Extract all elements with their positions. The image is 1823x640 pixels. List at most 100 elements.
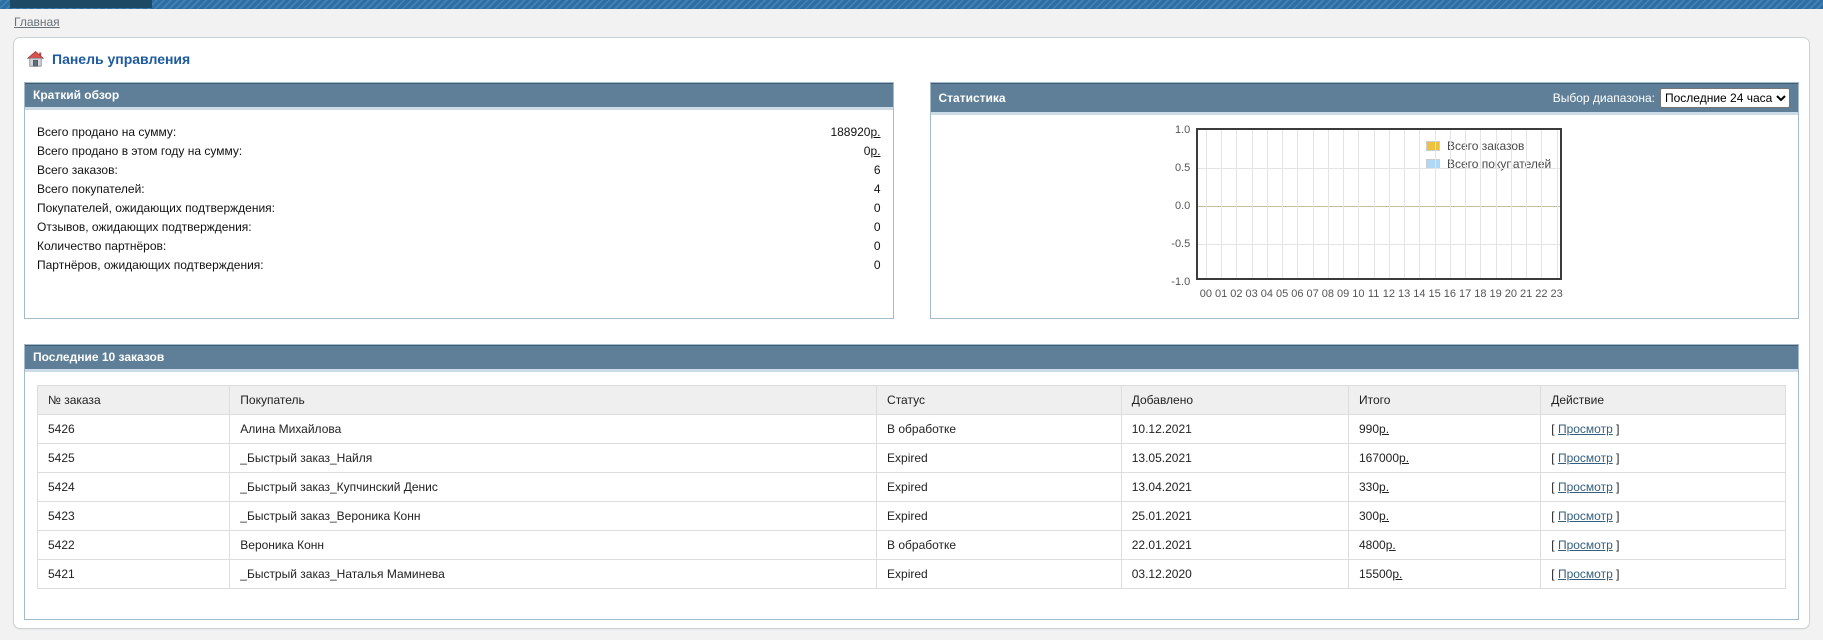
order-status: В обработке (876, 414, 1122, 444)
view-order-link[interactable]: Просмотр (1558, 451, 1613, 465)
order-action: [ Просмотр ] (1540, 559, 1786, 589)
home-icon (27, 51, 44, 67)
overview-label: Всего продано в этом году на сумму: (37, 144, 243, 158)
order-customer: Алина Михайлова (229, 414, 878, 444)
overview-panel: Краткий обзор Всего продано на сумму: 18… (24, 82, 894, 319)
x-gridline (1312, 130, 1314, 278)
order-status: В обработке (876, 530, 1122, 560)
overview-row: Всего заказов: 6 (37, 161, 881, 180)
x-gridline (1449, 130, 1451, 278)
x-gridline (1541, 130, 1543, 278)
x-gridline (1434, 130, 1436, 278)
order-total: 4800р. (1347, 530, 1542, 560)
overview-panel-body: Всего продано на сумму: 188920р. Всего п… (25, 110, 893, 313)
legend-label-orders: Всего заказов (1446, 139, 1525, 153)
x-gridline (1526, 130, 1528, 278)
x-gridline (1266, 130, 1268, 278)
order-customer: _Быстрый заказ_Наталья Маминева (229, 559, 878, 589)
overview-value: 188920р. (830, 125, 881, 139)
statistics-panel: Статистика Выбор диапазона: Последние 24… (929, 82, 1799, 319)
y-axis-tick-label: -1.0 (1171, 276, 1191, 288)
order-id: 5421 (36, 559, 231, 589)
x-gridline (1404, 130, 1406, 278)
order-total: 990р. (1347, 414, 1542, 444)
latest-orders-body: № заказа Покупатель Статус Добавлено Ито… (25, 372, 1798, 619)
legend-item-customers: Всего покупателей (1425, 155, 1552, 173)
legend-swatch-orders (1425, 141, 1440, 151)
latest-orders-title: Последние 10 заказов (33, 350, 165, 364)
top-accent-bar (0, 0, 1823, 9)
overview-label: Отзывов, ожидающих подтверждения: (37, 220, 252, 234)
x-gridline (1419, 130, 1421, 278)
order-total: 330р. (1347, 472, 1542, 502)
x-gridline (1373, 130, 1375, 278)
range-selector: Выбор диапазона: Последние 24 часа (1553, 88, 1790, 108)
overview-label: Партнёров, ожидающих подтверждения: (37, 258, 264, 272)
legend-item-orders: Всего заказов (1425, 137, 1551, 155)
statistics-chart: Всего заказов Всего покупателей 1.0 0.5 0.… (1162, 124, 1566, 304)
chart-plot-area: Всего заказов Всего покупателей (1196, 128, 1563, 280)
x-gridline (1327, 130, 1329, 278)
order-total: 300р. (1347, 501, 1542, 531)
range-label: Выбор диапазона: (1552, 90, 1655, 105)
overview-value: 0 (873, 201, 881, 215)
overview-row: Отзывов, ожидающих подтверждения: 0 (37, 218, 881, 237)
order-status: Expired (876, 501, 1122, 531)
col-total: Итого (1347, 385, 1542, 415)
order-total: 15500р. (1347, 559, 1542, 589)
order-id: 5424 (36, 472, 231, 502)
view-order-link[interactable]: Просмотр (1558, 509, 1613, 523)
order-added: 13.04.2021 (1120, 472, 1349, 502)
x-gridline (1297, 130, 1299, 278)
x-gridline (1495, 130, 1497, 278)
order-row: 5423 _Быстрый заказ_Вероника Конн Expire… (36, 501, 1786, 531)
x-gridline (1343, 130, 1345, 278)
overview-value: 0 (873, 220, 881, 234)
latest-orders-header: Последние 10 заказов (25, 345, 1798, 372)
overview-row: Покупателей, ожидающих подтверждения: 0 (37, 199, 881, 218)
range-select[interactable]: Последние 24 часа (1660, 88, 1790, 108)
overview-value: 0 (873, 239, 881, 253)
order-customer: Вероника Конн (229, 530, 878, 560)
orders-table: № заказа Покупатель Статус Добавлено Ито… (36, 385, 1786, 589)
overview-row: Всего продано на сумму: 188920р. (37, 123, 881, 142)
order-id: 5425 (36, 443, 231, 473)
legend-label-customers: Всего покупателей (1446, 157, 1552, 171)
overview-value: 0р. (863, 144, 881, 158)
order-added: 10.12.2021 (1120, 414, 1349, 444)
order-status: Expired (876, 559, 1122, 589)
col-added: Добавлено (1120, 385, 1349, 415)
chart-legend: Всего заказов Всего покупателей (1421, 135, 1556, 175)
overview-label: Всего покупателей: (37, 182, 145, 196)
breadcrumb-home-link[interactable]: Главная (14, 15, 60, 29)
latest-orders-panel: Последние 10 заказов № заказа Покупатель… (24, 344, 1799, 620)
page-title: Панель управления (52, 51, 191, 67)
order-added: 13.05.2021 (1120, 443, 1349, 473)
order-customer: _Быстрый заказ_Вероника Конн (229, 501, 878, 531)
x-gridline (1221, 130, 1223, 278)
order-row: 5425 _Быстрый заказ_Найля Expired 13.05.… (36, 443, 1786, 473)
order-action: [ Просмотр ] (1540, 472, 1786, 502)
y-axis-tick-label: 1.0 (1174, 124, 1191, 136)
overview-value: 4 (873, 182, 881, 196)
view-order-link[interactable]: Просмотр (1558, 422, 1613, 436)
overview-panel-title: Краткий обзор (33, 88, 120, 102)
overview-label: Всего продано на сумму: (37, 125, 177, 139)
order-status: Expired (876, 472, 1122, 502)
x-gridline (1251, 130, 1253, 278)
overview-panel-header: Краткий обзор (25, 83, 893, 110)
order-row: 5424 _Быстрый заказ_Купчинский Денис Exp… (36, 472, 1786, 502)
view-order-link[interactable]: Просмотр (1558, 538, 1613, 552)
order-added: 03.12.2020 (1120, 559, 1349, 589)
y-axis-tick-label: -0.5 (1171, 238, 1191, 250)
topbar-accent-block (10, 0, 152, 8)
overview-value: 6 (873, 163, 881, 177)
x-gridline (1480, 130, 1482, 278)
x-gridline (1510, 130, 1512, 278)
view-order-link[interactable]: Просмотр (1558, 567, 1613, 581)
order-row: 5426 Алина Михайлова В обработке 10.12.2… (36, 414, 1786, 444)
view-order-link[interactable]: Просмотр (1558, 480, 1613, 494)
y-axis-tick-label: 0.0 (1174, 200, 1191, 212)
order-added: 25.01.2021 (1120, 501, 1349, 531)
overview-value: 0 (873, 258, 881, 272)
